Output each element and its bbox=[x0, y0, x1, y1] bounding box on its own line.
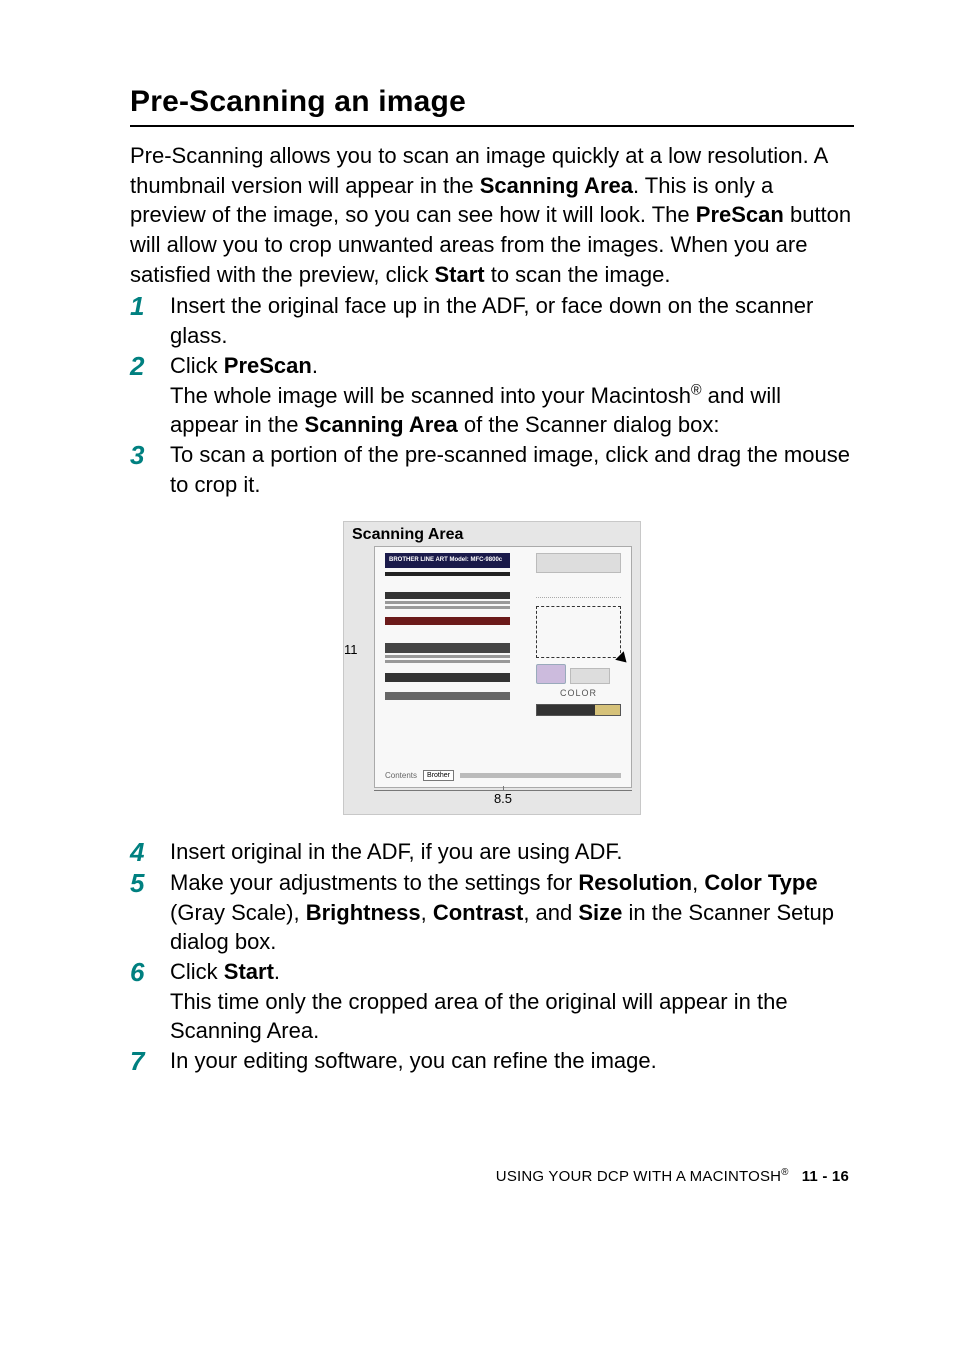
contents-bar bbox=[460, 773, 621, 778]
scanning-area-label: Scanning Area bbox=[305, 412, 458, 437]
scanning-area-title: Scanning Area bbox=[352, 526, 632, 544]
contrast-label: Contrast bbox=[433, 900, 523, 925]
figure-wrapper: Scanning Area 11 BROTHER LINE ART Model:… bbox=[130, 521, 854, 815]
text: . bbox=[312, 353, 318, 378]
step-list-continued: 4 Insert original in the ADF, if you are… bbox=[130, 837, 854, 1076]
text: Make your adjustments to the settings fo… bbox=[170, 870, 578, 895]
text: Click bbox=[170, 353, 224, 378]
color-label: COLOR bbox=[536, 688, 621, 698]
step-body: In your editing software, you can refine… bbox=[170, 1046, 854, 1076]
intro-start: Start bbox=[434, 262, 484, 287]
preview-doc-band bbox=[385, 592, 510, 599]
x-axis-value: 8.5 bbox=[374, 790, 632, 806]
step-number: 2 bbox=[130, 351, 170, 382]
heading-rule bbox=[130, 125, 854, 127]
text: , bbox=[421, 900, 433, 925]
preview-document-left: BROTHER LINE ART Model: MFC-9800c bbox=[385, 553, 510, 702]
crop-selection[interactable] bbox=[536, 606, 621, 658]
step-body: To scan a portion of the pre-scanned ima… bbox=[170, 440, 854, 499]
step-number: 5 bbox=[130, 868, 170, 899]
step-6: 6 Click Start. This time only the croppe… bbox=[130, 957, 854, 1046]
text: , and bbox=[523, 900, 578, 925]
preview-doc-band bbox=[385, 692, 510, 700]
step-number: 1 bbox=[130, 291, 170, 322]
step-4: 4 Insert original in the ADF, if you are… bbox=[130, 837, 854, 868]
preview-doc-band bbox=[385, 655, 510, 658]
step-2: 2 Click PreScan. The whole image will be… bbox=[130, 351, 854, 440]
preview-fax-illustration bbox=[536, 553, 621, 573]
text: The whole image will be scanned into you… bbox=[170, 383, 691, 408]
color-bars bbox=[536, 704, 621, 716]
step-7: 7 In your editing software, you can refi… bbox=[130, 1046, 854, 1077]
preview-handwriting bbox=[536, 577, 621, 598]
text: . bbox=[274, 959, 280, 984]
contents-value: Brother bbox=[423, 770, 454, 781]
prescan-label: PreScan bbox=[224, 353, 312, 378]
registered-mark: ® bbox=[691, 382, 702, 398]
color-type-label: Color Type bbox=[704, 870, 817, 895]
preview-doc-band bbox=[385, 673, 510, 682]
printer-icon bbox=[536, 664, 566, 684]
preview-canvas[interactable]: BROTHER LINE ART Model: MFC-9800c bbox=[374, 546, 632, 788]
step-1: 1 Insert the original face up in the ADF… bbox=[130, 291, 854, 350]
preview-document-right: COLOR bbox=[536, 553, 621, 718]
intro-scanning-area: Scanning Area bbox=[480, 173, 633, 198]
intro-paragraph: Pre-Scanning allows you to scan an image… bbox=[130, 141, 854, 289]
preview-doc-redband bbox=[385, 617, 510, 625]
step-body: Click Start. This time only the cropped … bbox=[170, 957, 854, 1046]
text: , bbox=[692, 870, 704, 895]
preview-doc-band bbox=[385, 660, 510, 663]
page-number: 11 - 16 bbox=[802, 1168, 849, 1185]
page-footer: USING YOUR DCP WITH A MACINTOSH® 11 - 16 bbox=[130, 1167, 854, 1185]
step-5: 5 Make your adjustments to the settings … bbox=[130, 868, 854, 957]
preview-doc-band bbox=[385, 601, 510, 604]
preview-doc-heading: BROTHER LINE ART Model: MFC-9800c bbox=[385, 553, 510, 568]
section-heading: Pre-Scanning an image bbox=[130, 85, 854, 119]
text: of the Scanner dialog box: bbox=[458, 412, 720, 437]
preview-doc-line bbox=[385, 572, 510, 576]
preview-mini-figures bbox=[536, 664, 621, 684]
intro-text: to scan the image. bbox=[485, 262, 671, 287]
step-number: 3 bbox=[130, 440, 170, 471]
step-body: Click PreScan. The whole image will be s… bbox=[170, 351, 854, 440]
step-number: 6 bbox=[130, 957, 170, 988]
intro-prescan: PreScan bbox=[696, 202, 784, 227]
resolution-label: Resolution bbox=[578, 870, 692, 895]
contents-label: Contents bbox=[385, 771, 417, 780]
registered-mark: ® bbox=[781, 1167, 788, 1178]
footer-chapter: USING YOUR DCP WITH A MACINTOSH bbox=[496, 1168, 781, 1185]
step-body: Make your adjustments to the settings fo… bbox=[170, 868, 854, 957]
size-label: Size bbox=[578, 900, 622, 925]
brightness-label: Brightness bbox=[306, 900, 421, 925]
preview-doc-band bbox=[385, 643, 510, 653]
satellite-icon bbox=[570, 668, 610, 684]
scanning-area-panel: Scanning Area 11 BROTHER LINE ART Model:… bbox=[343, 521, 641, 815]
step-list: 1 Insert the original face up in the ADF… bbox=[130, 291, 854, 499]
text: Click bbox=[170, 959, 224, 984]
start-label: Start bbox=[224, 959, 274, 984]
step-body: Insert the original face up in the ADF, … bbox=[170, 291, 854, 350]
preview-doc-band bbox=[385, 606, 510, 609]
text: (Gray Scale), bbox=[170, 900, 306, 925]
step-body: Insert original in the ADF, if you are u… bbox=[170, 837, 854, 867]
text: This time only the cropped area of the o… bbox=[170, 989, 788, 1044]
step-number: 4 bbox=[130, 837, 170, 868]
step-3: 3 To scan a portion of the pre-scanned i… bbox=[130, 440, 854, 499]
preview-contents-strip: Contents Brother bbox=[385, 770, 621, 781]
step-number: 7 bbox=[130, 1046, 170, 1077]
y-axis-value: 11 bbox=[344, 642, 358, 657]
